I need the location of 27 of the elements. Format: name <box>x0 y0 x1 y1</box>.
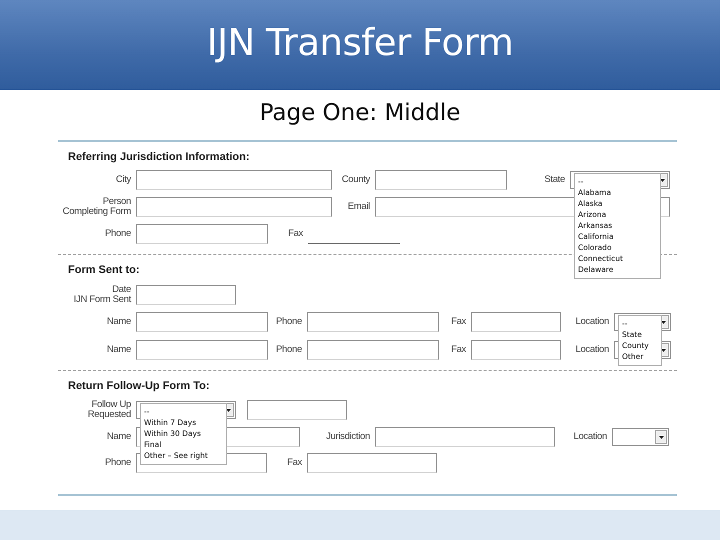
field-label: Jurisdiction <box>325 432 370 442</box>
field-label: Location <box>574 317 609 327</box>
field-label: Fax <box>286 458 302 468</box>
field-label: Name <box>106 345 131 355</box>
field-label: State <box>543 175 565 185</box>
field-label: Location <box>574 345 609 355</box>
slide-title: IJN Transfer Form <box>206 20 514 64</box>
field-label: Phone <box>275 345 302 355</box>
field-label: Phone <box>104 229 131 239</box>
field-label: Name <box>106 317 131 327</box>
slide-subtitle: Page One: Middle <box>258 100 462 126</box>
field-label: County <box>340 175 370 185</box>
field-label: Phone <box>275 317 302 327</box>
field-label: Person Completing Form <box>62 197 131 217</box>
field-label: Fax <box>287 229 303 239</box>
field-label: Phone <box>104 458 131 468</box>
section-heading: Form Sent to: <box>68 264 140 276</box>
section-heading: Return Follow-Up Form To: <box>68 380 210 392</box>
field-label: Email <box>346 202 370 212</box>
field-label: Fax <box>450 345 466 355</box>
section-heading: Referring Jurisdiction Information: <box>68 151 250 163</box>
field-label: Date IJN Form Sent <box>72 285 131 305</box>
field-label: Follow Up Requested <box>86 400 131 420</box>
field-label: Fax <box>450 317 466 327</box>
field-label: Location <box>572 432 607 442</box>
field-label: City <box>114 175 131 185</box>
field-label: Name <box>106 432 131 442</box>
